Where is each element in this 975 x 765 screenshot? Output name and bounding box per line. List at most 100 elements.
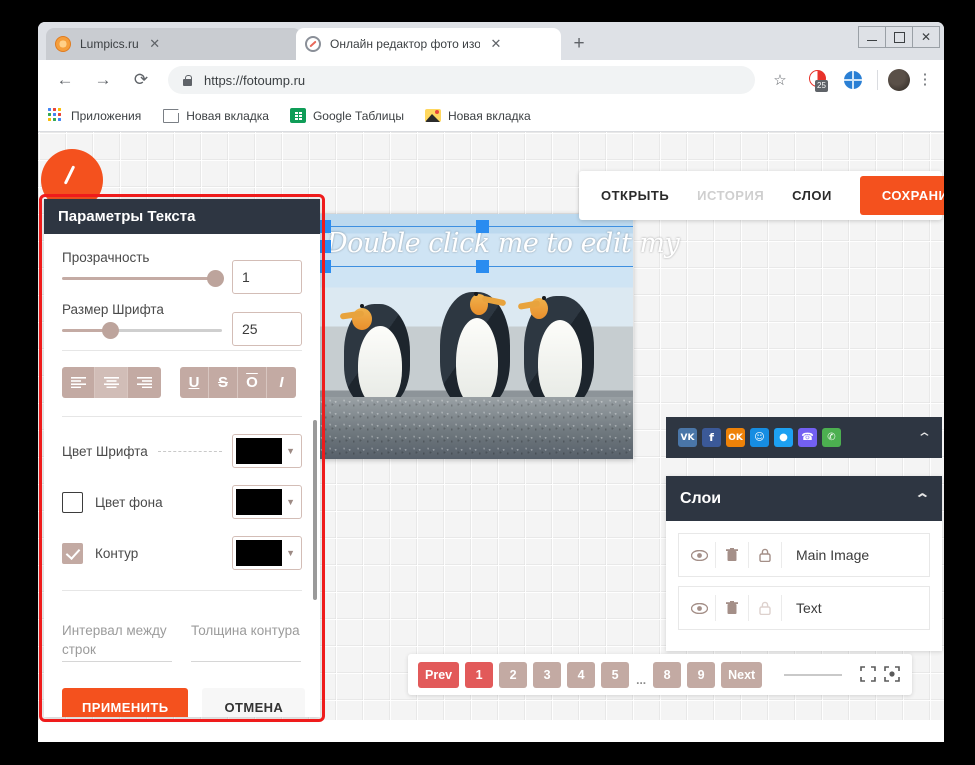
pagination-prev[interactable]: Prev [418, 662, 459, 688]
close-icon[interactable]: ✕ [147, 36, 163, 52]
font-size-slider-knob[interactable] [102, 322, 119, 339]
avatar[interactable] [888, 69, 910, 91]
trash-icon[interactable] [716, 542, 749, 568]
open-button[interactable]: ОТКРЫТЬ [601, 188, 669, 203]
window-bottom-strip [38, 720, 944, 742]
font-size-slider[interactable] [62, 329, 222, 332]
background-color-row: Цвет фона ▼ [62, 485, 302, 519]
whatsapp-icon[interactable]: ✆ [822, 428, 841, 447]
page-icon [163, 109, 179, 123]
editor-canvas[interactable]: Double click me to edit my [320, 214, 633, 459]
bookmark-google-sheets[interactable]: Google Таблицы [289, 108, 404, 123]
trash-icon[interactable] [716, 595, 749, 621]
background-color-swatch [236, 489, 282, 515]
overline-button[interactable]: O [238, 367, 267, 398]
odnoklassniki-icon[interactable]: OK [726, 428, 745, 447]
extension-icon[interactable]: 25 [809, 70, 829, 90]
bookmark-new-tab-1[interactable]: Новая вкладка [161, 109, 269, 123]
facebook-icon[interactable]: f [702, 428, 721, 447]
close-icon[interactable] [912, 26, 940, 48]
vk-icon[interactable]: VK [678, 428, 697, 447]
font-color-picker[interactable]: ▼ [232, 434, 302, 468]
chevron-up-icon[interactable]: ⌃ [916, 430, 932, 446]
forward-icon[interactable]: → [89, 66, 117, 94]
chevron-down-icon[interactable]: ▼ [286, 497, 295, 507]
zoom-slider[interactable] [784, 674, 842, 676]
eye-icon[interactable] [683, 595, 716, 621]
panel-title: Параметры Текста [44, 199, 320, 234]
pagination-page-2[interactable]: 2 [499, 662, 527, 688]
bookmark-new-tab-2[interactable]: Новая вкладка [424, 109, 531, 123]
align-center-icon[interactable] [95, 367, 128, 398]
pagination-next[interactable]: Next [721, 662, 762, 688]
save-button[interactable]: СОХРАНИТЬ [860, 176, 944, 215]
align-left-icon[interactable] [62, 367, 95, 398]
table-row[interactable]: Main Image [678, 533, 930, 577]
globe-icon[interactable] [844, 71, 862, 89]
resize-handle-tc[interactable] [476, 220, 489, 233]
pagination-page-3[interactable]: 3 [533, 662, 561, 688]
page-content: Параметры Текста Прозрачность 1 Размер Ш… [38, 132, 944, 742]
outline-checkbox[interactable] [62, 543, 83, 564]
fullscreen-icon[interactable] [860, 666, 878, 684]
eye-icon[interactable] [683, 542, 716, 568]
layers-list: Main Image Text [666, 521, 942, 651]
twitter-icon[interactable]: ● [774, 428, 793, 447]
reload-icon[interactable]: ⟳ [127, 66, 155, 94]
underline-button[interactable]: U [180, 367, 209, 398]
font-size-input[interactable]: 25 [232, 312, 302, 346]
outline-row: Контур ▼ [62, 536, 302, 570]
maximize-icon[interactable] [885, 26, 913, 48]
pagination-page-5[interactable]: 5 [601, 662, 629, 688]
fit-screen-icon[interactable] [884, 666, 902, 684]
pagination-page-8[interactable]: 8 [653, 662, 681, 688]
browser-tab-lumpics[interactable]: Lumpics.ru ✕ [46, 28, 301, 60]
canvas-text-object[interactable]: Double click me to edit my [326, 228, 679, 259]
minimize-icon[interactable] [858, 26, 886, 48]
chevron-down-icon[interactable]: ▼ [286, 446, 295, 456]
browser-menu-icon[interactable]: ⋮ [914, 74, 936, 86]
align-right-icon[interactable] [128, 367, 161, 398]
lock-icon[interactable] [749, 595, 782, 621]
outline-width-input[interactable]: Толщина контура [191, 621, 301, 662]
table-row[interactable]: Text [678, 586, 930, 630]
back-icon[interactable]: ← [51, 66, 79, 94]
chevron-down-icon[interactable]: ▼ [286, 548, 295, 558]
layers-button[interactable]: СЛОИ [792, 188, 832, 203]
outline-width-placeholder: Толщина контура [191, 621, 301, 661]
cancel-button[interactable]: ОТМЕНА [202, 688, 305, 717]
bookmark-star-icon[interactable]: ☆ [766, 66, 794, 94]
strikethrough-button[interactable]: S [209, 367, 238, 398]
close-icon[interactable]: ✕ [488, 36, 504, 52]
viber-icon[interactable]: ☎ [798, 428, 817, 447]
history-button[interactable]: ИСТОРИЯ [697, 188, 764, 203]
pagination-page-4[interactable]: 4 [567, 662, 595, 688]
background-color-picker[interactable]: ▼ [232, 485, 302, 519]
resize-handle-bc[interactable] [476, 260, 489, 273]
chevron-up-icon[interactable]: ⌃ [914, 491, 930, 507]
url-text: https://fotoump.ru [204, 73, 305, 88]
font-size-row: Размер Шрифта 25 [62, 302, 302, 332]
new-tab-button[interactable]: + [567, 33, 591, 57]
italic-button[interactable]: I [267, 367, 296, 398]
opacity-slider-knob[interactable] [207, 270, 224, 287]
address-bar[interactable]: https://fotoump.ru [168, 66, 755, 94]
opacity-slider[interactable] [62, 277, 222, 280]
line-spacing-input[interactable]: Интервал между строк [62, 621, 172, 662]
opacity-input[interactable]: 1 [232, 260, 302, 294]
outline-color-picker[interactable]: ▼ [232, 536, 302, 570]
pagination-page-1[interactable]: 1 [465, 662, 493, 688]
layers-panel-header: Слои ⌃ [666, 476, 942, 521]
alignment-button-group [62, 367, 161, 398]
divider [62, 590, 302, 591]
lock-icon[interactable] [749, 542, 782, 568]
tab-strip: Lumpics.ru ✕ Онлайн редактор фото изобра… [38, 22, 944, 60]
outline-label: Контур [95, 546, 138, 561]
bookmark-apps[interactable]: Приложения [48, 108, 141, 124]
mailru-icon[interactable]: ☺ [750, 428, 769, 447]
pagination-page-9[interactable]: 9 [687, 662, 715, 688]
background-color-checkbox[interactable] [62, 492, 83, 513]
panel-scrollbar[interactable] [313, 420, 317, 600]
browser-tab-editor[interactable]: Онлайн редактор фото изобра ✕ [296, 28, 561, 60]
apply-button[interactable]: ПРИМЕНИТЬ [62, 688, 188, 717]
